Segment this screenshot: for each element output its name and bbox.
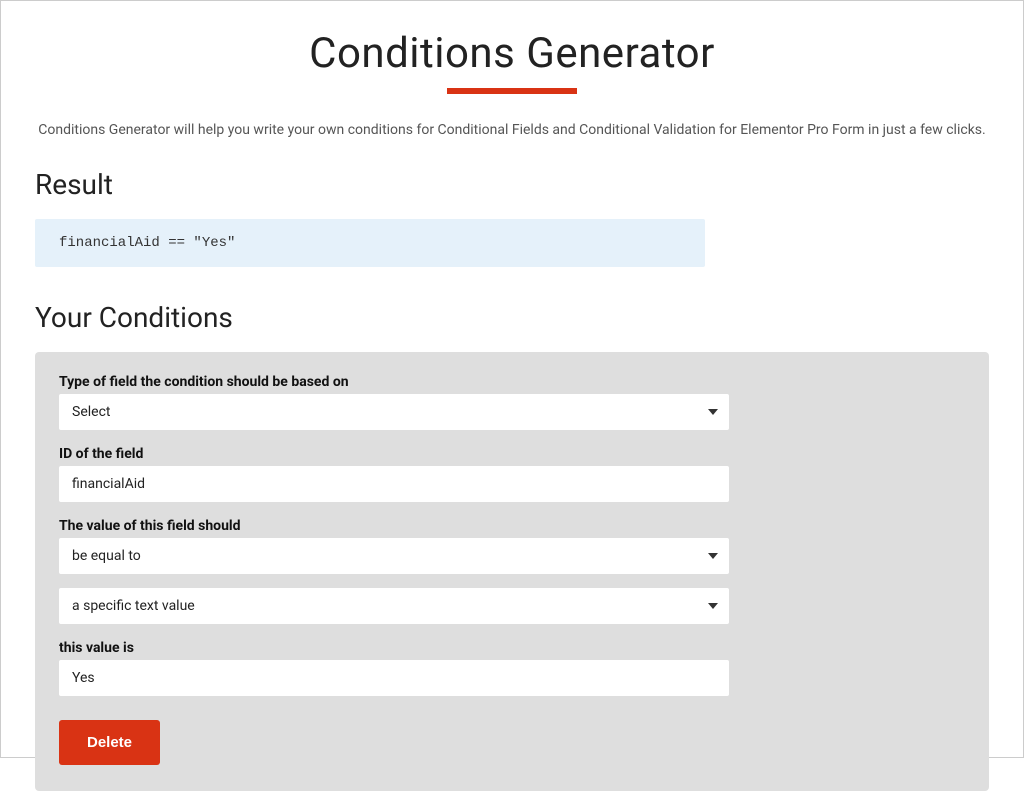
operator-select[interactable]: be equal to [59, 538, 729, 574]
accent-bar [447, 88, 577, 94]
value-input[interactable] [59, 660, 729, 696]
value-type-select[interactable]: a specific text value [59, 588, 729, 624]
this-value-label: this value is [59, 640, 729, 656]
delete-button[interactable]: Delete [59, 720, 160, 765]
field-id-label: ID of the field [59, 446, 729, 462]
conditions-heading: Your Conditions [35, 301, 989, 334]
page-title: Conditions Generator [35, 29, 989, 78]
field-type-label: Type of field the condition should be ba… [59, 374, 729, 390]
field-type-select[interactable]: Select [59, 394, 729, 430]
value-should-label: The value of this field should [59, 518, 729, 534]
result-heading: Result [35, 168, 989, 201]
result-code: financialAid == "Yes" [35, 219, 705, 267]
conditions-panel: Type of field the condition should be ba… [35, 352, 989, 791]
field-id-input[interactable] [59, 466, 729, 502]
page-subtitle: Conditions Generator will help you write… [35, 122, 989, 138]
